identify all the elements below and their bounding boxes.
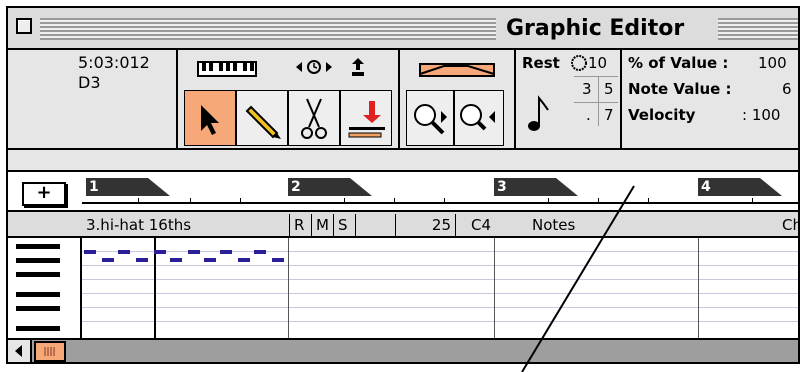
callout-line [521, 185, 635, 372]
